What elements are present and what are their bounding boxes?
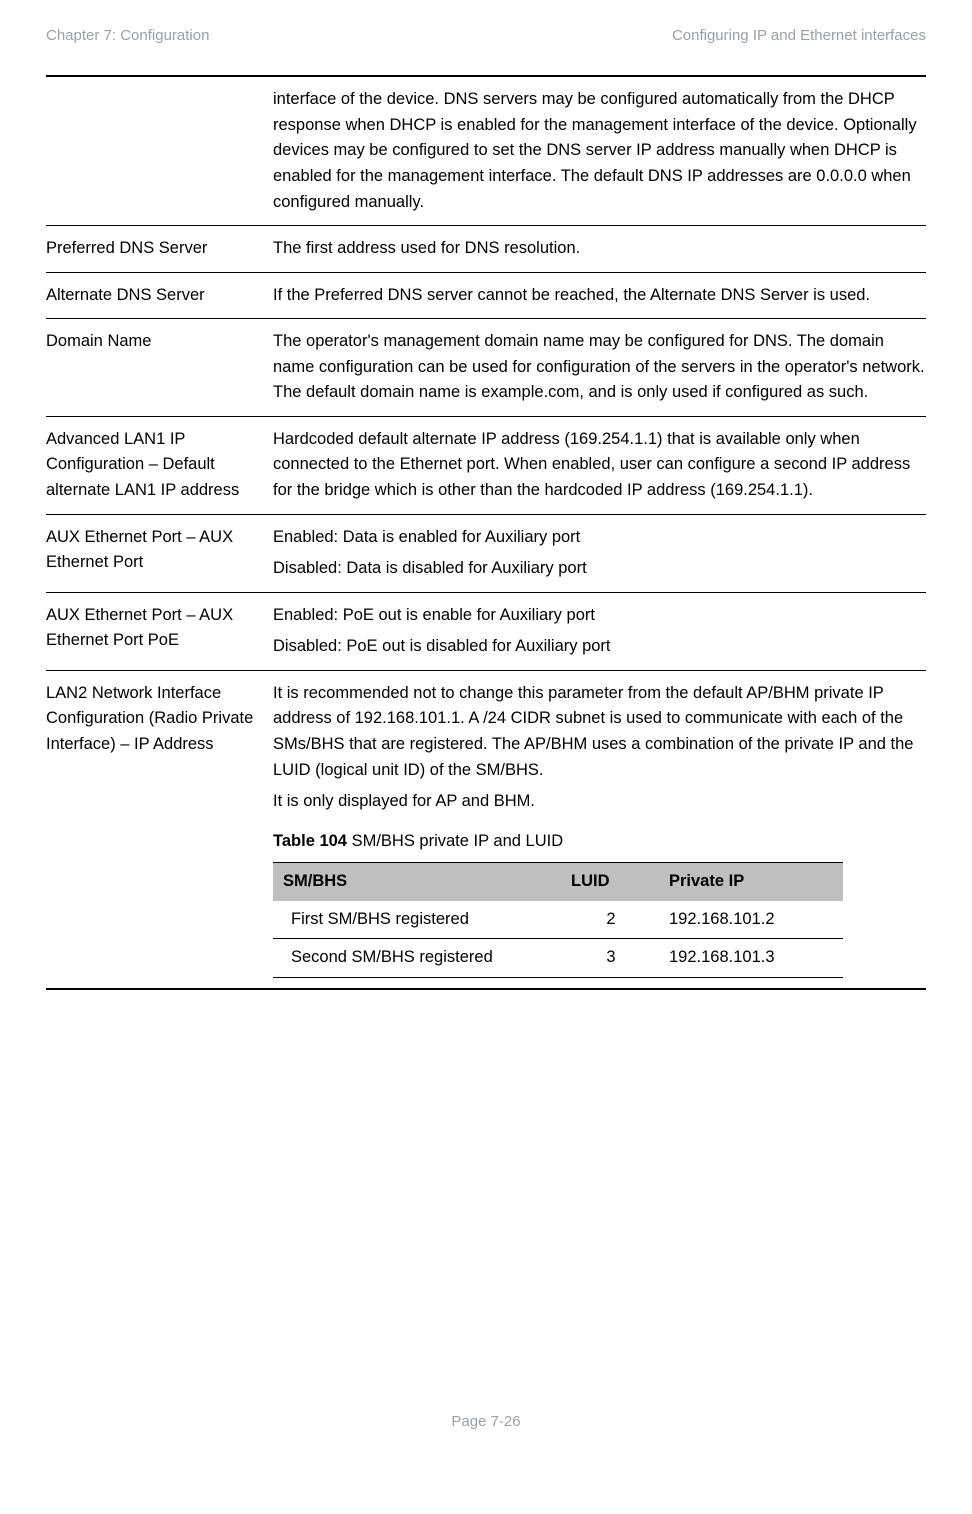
attr-cell: AUX Ethernet Port – AUX Ethernet Port [46, 514, 273, 592]
attribute-table: interface of the device. DNS servers may… [46, 75, 926, 990]
desc-cell: The first address used for DNS resolutio… [273, 226, 926, 273]
desc-line: Disabled: Data is disabled for Auxiliary… [273, 556, 926, 582]
desc-line: It is only displayed for AP and BHM. [273, 789, 926, 815]
desc-cell: interface of the device. DNS servers may… [273, 76, 926, 225]
attr-cell [46, 76, 273, 225]
cell-luid: 3 [561, 939, 659, 978]
attr-cell: LAN2 Network Interface Configuration (Ra… [46, 670, 273, 989]
table-row: Domain Name The operator's management do… [46, 319, 926, 417]
desc-cell: Enabled: Data is enabled for Auxiliary p… [273, 514, 926, 592]
desc-cell: The operator's management domain name ma… [273, 319, 926, 417]
table-row: LAN2 Network Interface Configuration (Ra… [46, 670, 926, 989]
desc-cell: It is recommended not to change this par… [273, 670, 926, 989]
table-row: AUX Ethernet Port – AUX Ethernet Port Po… [46, 592, 926, 670]
th-smbhs: SM/BHS [273, 863, 561, 901]
luid-table: SM/BHS LUID Private IP First SM/BHS regi… [273, 862, 843, 978]
desc-line: Disabled: PoE out is disabled for Auxili… [273, 634, 926, 660]
header-left: Chapter 7: Configuration [46, 24, 209, 47]
cell-smbhs: First SM/BHS registered [273, 901, 561, 939]
page-header: Chapter 7: Configuration Configuring IP … [46, 24, 926, 47]
attr-cell: Domain Name [46, 319, 273, 417]
attr-cell: Alternate DNS Server [46, 272, 273, 319]
page-footer: Page 7-26 [46, 1410, 926, 1433]
table-row: Advanced LAN1 IP Configuration – Default… [46, 416, 926, 514]
table-row: Preferred DNS Server The first address u… [46, 226, 926, 273]
desc-cell: Enabled: PoE out is enable for Auxiliary… [273, 592, 926, 670]
desc-line: Enabled: PoE out is enable for Auxiliary… [273, 603, 926, 629]
th-private-ip: Private IP [659, 863, 843, 901]
luid-table-header: SM/BHS LUID Private IP [273, 863, 843, 901]
desc-line: It is recommended not to change this par… [273, 681, 926, 783]
cell-ip: 192.168.101.2 [659, 901, 843, 939]
cell-luid: 2 [561, 901, 659, 939]
desc-line: Enabled: Data is enabled for Auxiliary p… [273, 525, 926, 551]
inner-table-caption: Table 104 SM/BHS private IP and LUID [273, 829, 926, 855]
cell-smbhs: Second SM/BHS registered [273, 939, 561, 978]
luid-table-row: First SM/BHS registered 2 192.168.101.2 [273, 901, 843, 939]
caption-bold: Table 104 [273, 832, 347, 850]
attr-cell: Preferred DNS Server [46, 226, 273, 273]
table-row: AUX Ethernet Port – AUX Ethernet Port En… [46, 514, 926, 592]
header-right: Configuring IP and Ethernet interfaces [672, 24, 926, 47]
caption-rest: SM/BHS private IP and LUID [347, 832, 563, 850]
table-row: interface of the device. DNS servers may… [46, 76, 926, 225]
table-row: Alternate DNS Server If the Preferred DN… [46, 272, 926, 319]
cell-ip: 192.168.101.3 [659, 939, 843, 978]
luid-table-row: Second SM/BHS registered 3 192.168.101.3 [273, 939, 843, 978]
desc-cell: If the Preferred DNS server cannot be re… [273, 272, 926, 319]
attr-cell: AUX Ethernet Port – AUX Ethernet Port Po… [46, 592, 273, 670]
th-luid: LUID [561, 863, 659, 901]
desc-cell: Hardcoded default alternate IP address (… [273, 416, 926, 514]
attr-cell: Advanced LAN1 IP Configuration – Default… [46, 416, 273, 514]
